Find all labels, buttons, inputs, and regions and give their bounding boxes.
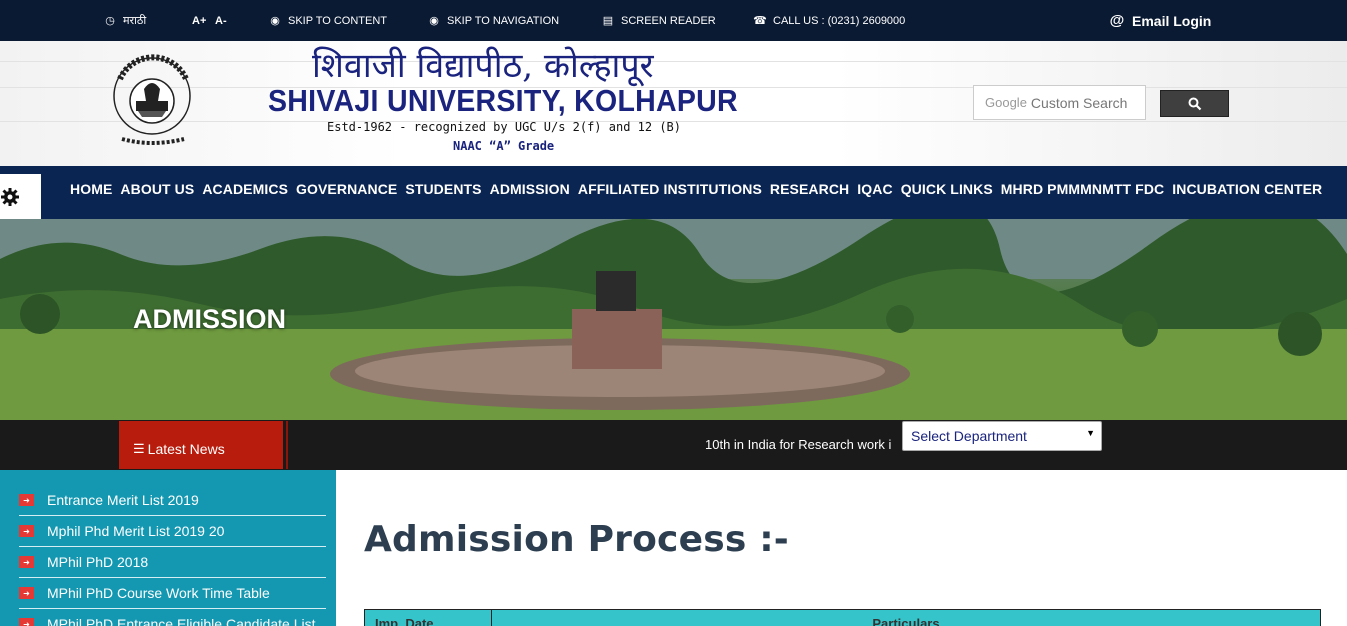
skip-to-content-link[interactable]: ◉ SKIP TO CONTENT bbox=[268, 0, 387, 41]
nav-item-admission[interactable]: ADMISSION bbox=[490, 181, 578, 197]
sidebar-item-mphil-phd-merit-list[interactable]: ➜ Mphil Phd Merit List 2019 20 bbox=[19, 516, 326, 547]
screen-reader-link[interactable]: ▤ SCREEN READER bbox=[601, 0, 716, 41]
naac-grade: NAAC “A” Grade bbox=[453, 139, 555, 153]
arrow-right-icon: ➜ bbox=[19, 525, 34, 537]
news-bar: ☰ Latest News 10th in India for Research… bbox=[0, 420, 1347, 470]
search-placeholder: Custom Search bbox=[1030, 94, 1128, 111]
sidebar-item-entrance-eligible-list[interactable]: ➜ MPhil PhD Entrance Eligible Candidate … bbox=[19, 609, 326, 626]
top-utility-bar: ◷ मराठी A+ A- ◉ SKIP TO CONTENT ◉ SKIP T… bbox=[0, 0, 1347, 41]
target-icon: ◉ bbox=[429, 15, 439, 27]
font-increase-button[interactable]: A+ bbox=[192, 0, 206, 41]
nav-item-mhrd-pmmmnmtt-fdc[interactable]: MHRD PMMMNMTT FDC bbox=[1001, 181, 1172, 197]
email-login-label: Email Login bbox=[1132, 12, 1212, 29]
call-us-label: CALL US : (0231) 2609000 bbox=[773, 14, 906, 27]
latest-news-label: ☰ Latest News bbox=[119, 421, 288, 469]
main-navigation: HOME ABOUT US ACADEMICS GOVERNANCE STUDE… bbox=[0, 166, 1347, 219]
page: ◷ मराठी A+ A- ◉ SKIP TO CONTENT ◉ SKIP T… bbox=[0, 0, 1347, 626]
arrow-right-icon: ➜ bbox=[19, 494, 34, 506]
search-icon bbox=[1188, 97, 1201, 110]
font-decrease-button[interactable]: A- bbox=[215, 0, 227, 41]
page-title: Admission Process :- bbox=[364, 519, 789, 560]
skip-to-navigation-link[interactable]: ◉ SKIP TO NAVIGATION bbox=[427, 0, 559, 41]
settings-toggle[interactable] bbox=[0, 174, 41, 219]
nav-item-quick-links[interactable]: QUICK LINKS bbox=[901, 181, 1001, 197]
at-icon: @ bbox=[1109, 12, 1125, 29]
banner-title: ADMISSION bbox=[133, 304, 287, 334]
site-header: शिवाजी विद्यापीठ, कोल्हापूर SHIVAJI UNIV… bbox=[0, 41, 1347, 166]
search-input[interactable]: Google Custom Search bbox=[973, 85, 1146, 120]
admission-table-header: Imp. Date Particulars bbox=[364, 609, 1321, 626]
sidebar-item-label: MPhil PhD Course Work Time Table bbox=[47, 585, 270, 601]
globe-icon: ◷ bbox=[105, 15, 115, 27]
language-switch[interactable]: ◷ मराठी bbox=[103, 0, 146, 41]
nav-item-affiliated-institutions[interactable]: AFFILIATED INSTITUTIONS bbox=[578, 181, 770, 197]
phone-icon: ☎ bbox=[753, 15, 767, 27]
established-text: Estd-1962 - recognized by UGC U/s 2(f) a… bbox=[327, 120, 682, 134]
nav-menu: HOME ABOUT US ACADEMICS GOVERNANCE STUDE… bbox=[70, 166, 1330, 211]
nav-item-iqac[interactable]: IQAC bbox=[857, 181, 900, 197]
latest-news-text: Latest News bbox=[147, 441, 225, 457]
sidebar-item-entrance-merit-list[interactable]: ➜ Entrance Merit List 2019 bbox=[19, 485, 326, 516]
sidebar-item-label: Mphil Phd Merit List 2019 20 bbox=[47, 523, 225, 539]
arrow-right-icon: ➜ bbox=[19, 587, 34, 599]
page-banner: ADMISSION bbox=[0, 219, 1347, 420]
news-ticker[interactable]: 10th in India for Research work i bbox=[705, 437, 891, 452]
skip-navigation-label: SKIP TO NAVIGATION bbox=[447, 14, 560, 27]
nav-item-governance[interactable]: GOVERNANCE bbox=[296, 181, 405, 197]
column-header-particulars: Particulars bbox=[872, 616, 940, 626]
nav-item-academics[interactable]: ACADEMICS bbox=[202, 181, 296, 197]
chevron-down-icon: ▼ bbox=[1086, 428, 1095, 438]
sidebar: ➜ Entrance Merit List 2019 ➜ Mphil Phd M… bbox=[0, 470, 336, 626]
sidebar-item-label: MPhil PhD Entrance Eligible Candidate Li… bbox=[47, 616, 316, 626]
department-select-value: Select Department bbox=[911, 428, 1027, 444]
screen-reader-label: SCREEN READER bbox=[621, 14, 716, 27]
document-icon: ▤ bbox=[602, 15, 614, 27]
sidebar-item-course-work-time-table[interactable]: ➜ MPhil PhD Course Work Time Table bbox=[19, 578, 326, 609]
news-icon: ☰ bbox=[133, 441, 145, 456]
nav-item-home[interactable]: HOME bbox=[70, 181, 120, 197]
call-us: ☎ CALL US : (0231) 2609000 bbox=[753, 0, 905, 41]
arrow-right-icon: ➜ bbox=[19, 556, 34, 568]
university-title-marathi: शिवाजी विद्यापीठ, कोल्हापूर bbox=[312, 46, 654, 86]
nav-item-incubation-center[interactable]: INCUBATION CENTER bbox=[1172, 181, 1330, 197]
skip-content-label: SKIP TO CONTENT bbox=[288, 14, 388, 27]
department-select[interactable]: Select Department ▼ bbox=[902, 421, 1102, 451]
nav-item-students[interactable]: STUDENTS bbox=[405, 181, 489, 197]
sidebar-item-mphil-phd-2018[interactable]: ➜ MPhil PhD 2018 bbox=[19, 547, 326, 578]
column-header-date: Imp. Date bbox=[365, 610, 492, 626]
sidebar-item-label: Entrance Merit List 2019 bbox=[47, 492, 199, 508]
language-label: मराठी bbox=[123, 15, 147, 27]
nav-item-research[interactable]: RESEARCH bbox=[770, 181, 857, 197]
gear-icon bbox=[1, 187, 19, 206]
arrow-right-icon: ➜ bbox=[19, 618, 34, 626]
sidebar-item-label: MPhil PhD 2018 bbox=[47, 554, 149, 570]
university-title-english: SHIVAJI UNIVERSITY, KOLHAPUR bbox=[268, 83, 738, 118]
email-login-link[interactable]: @ Email Login bbox=[1108, 0, 1212, 41]
university-logo[interactable] bbox=[100, 49, 206, 149]
nav-item-about-us[interactable]: ABOUT US bbox=[120, 181, 202, 197]
target-icon: ◉ bbox=[270, 15, 280, 27]
search-button[interactable] bbox=[1160, 90, 1229, 117]
google-brand: Google bbox=[985, 95, 1027, 110]
